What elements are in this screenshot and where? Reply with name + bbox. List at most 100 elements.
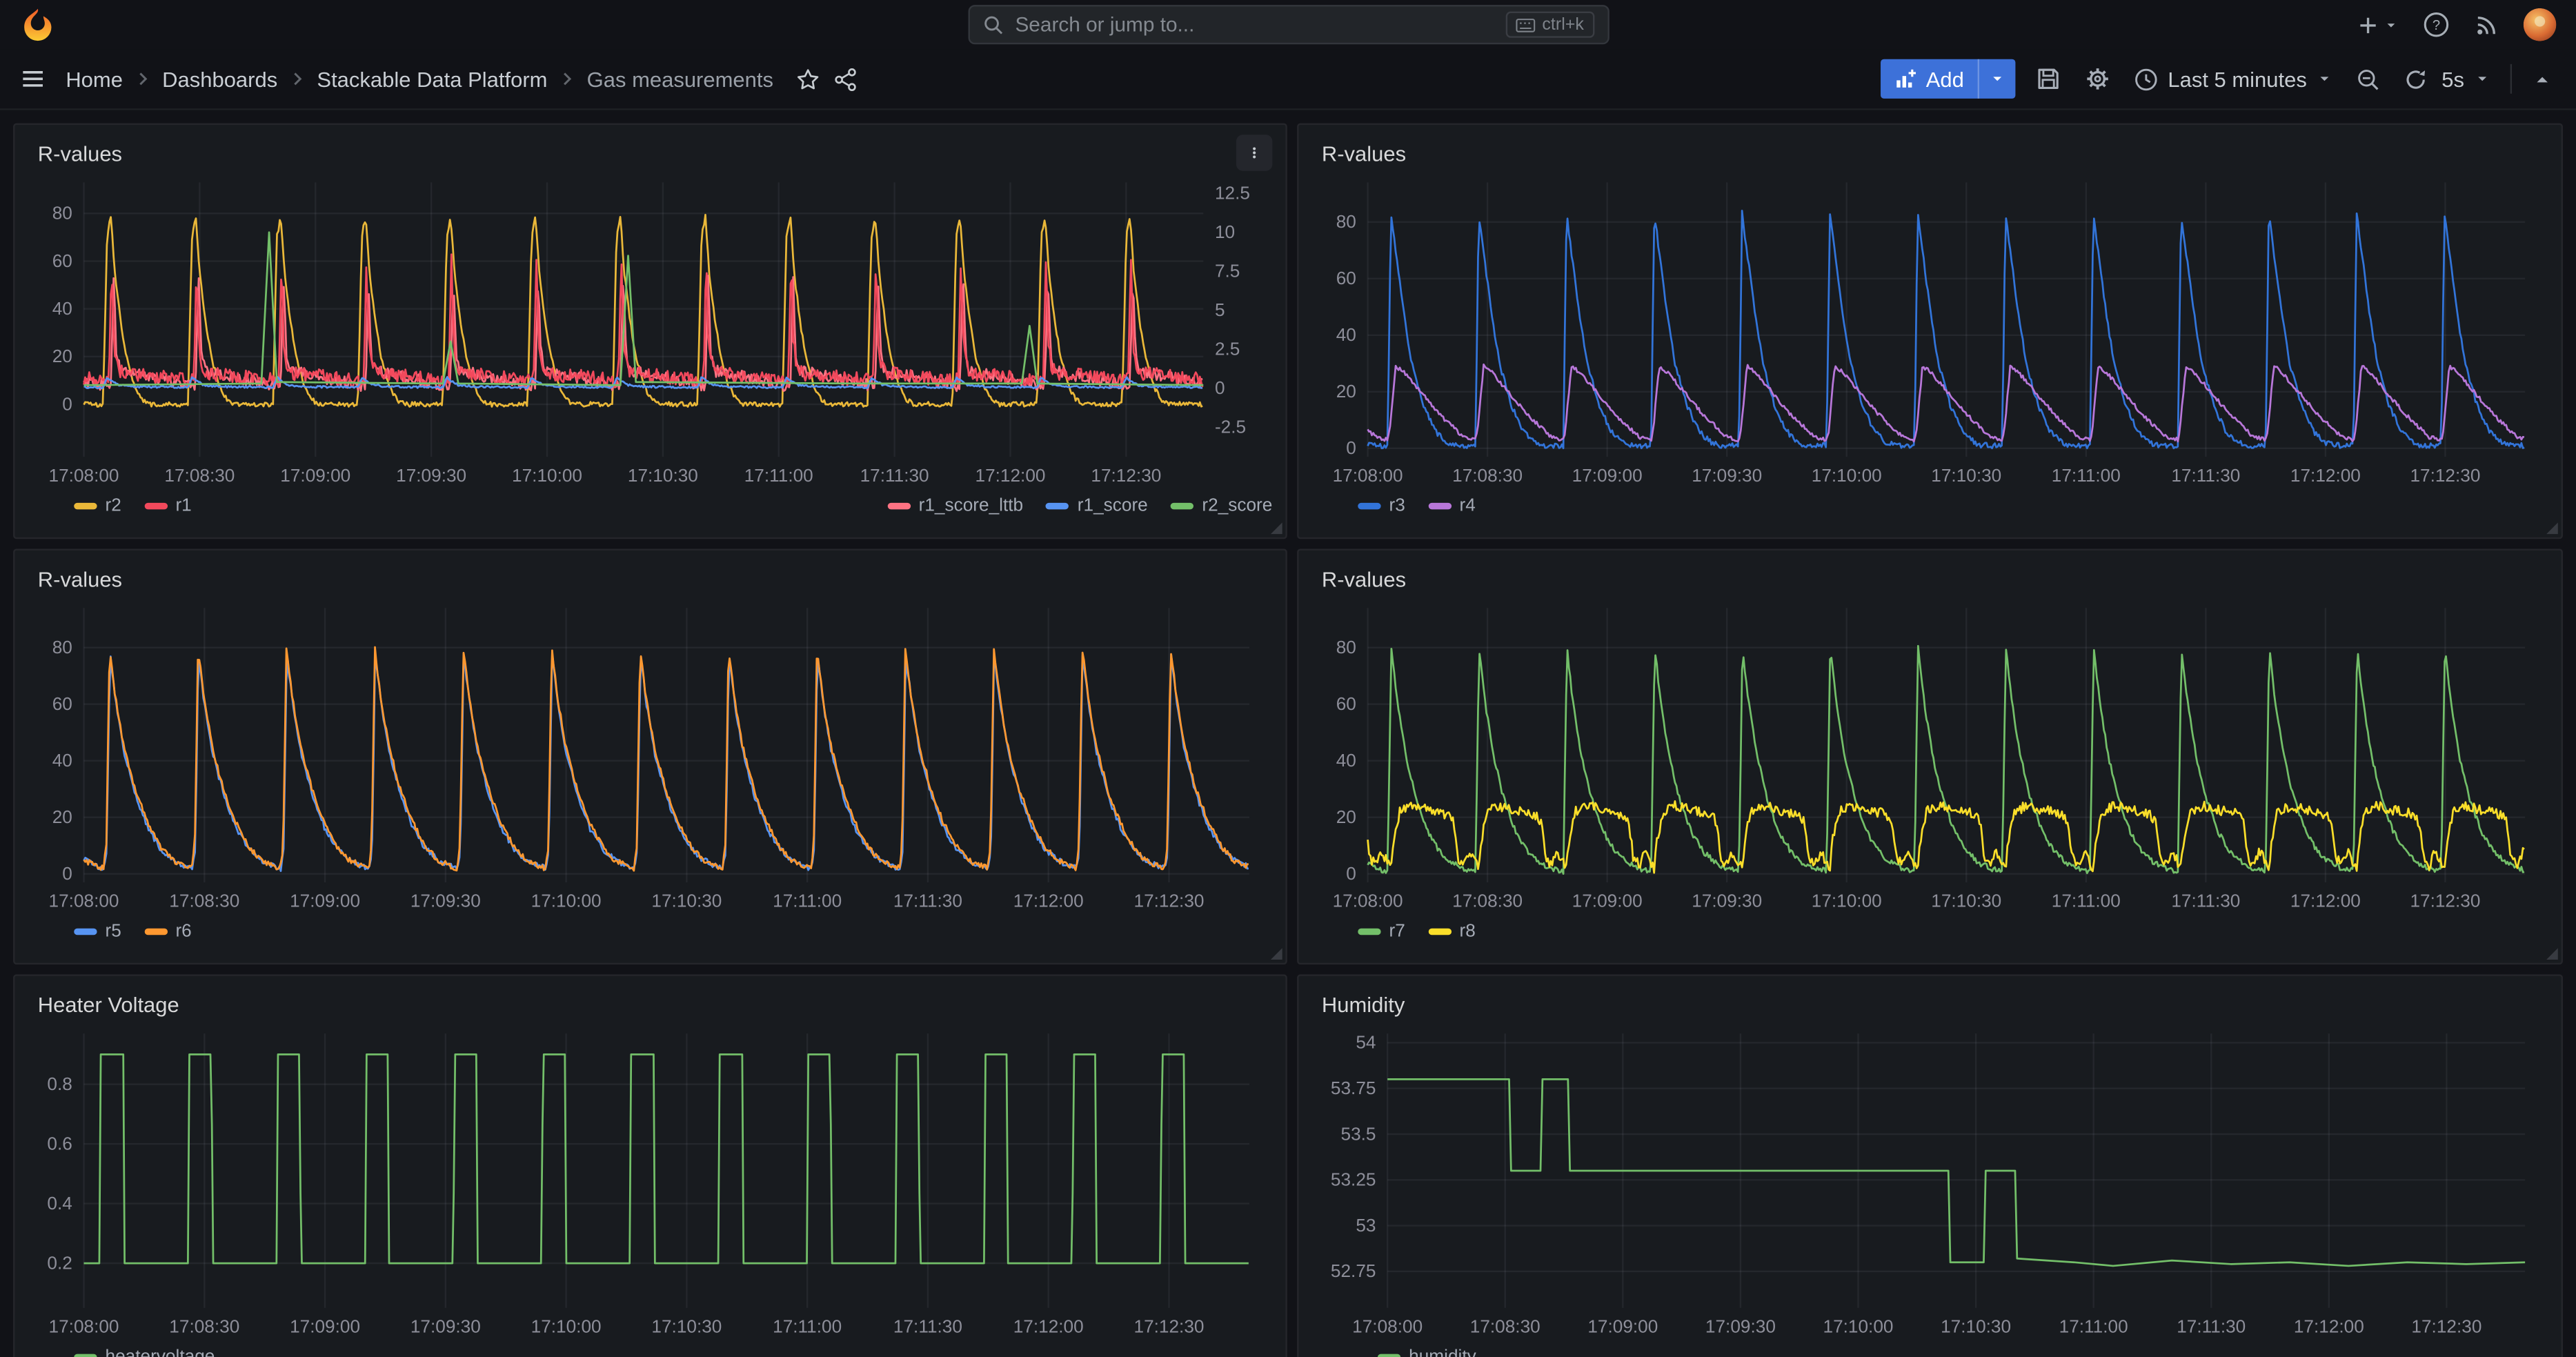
y-tick-label: 0 <box>62 393 72 414</box>
keyboard-icon <box>1516 17 1536 32</box>
chevron-right-icon <box>289 70 306 87</box>
x-tick-label: 17:10:30 <box>1931 891 2001 911</box>
panel-title[interactable]: R-values <box>38 567 122 592</box>
legend-label: r1 <box>175 496 191 516</box>
x-tick-label: 17:09:00 <box>290 891 360 911</box>
x-tick-label: 17:08:00 <box>49 1316 119 1337</box>
legend-item-r5[interactable]: r5 <box>74 922 121 942</box>
y-tick-label: 53.75 <box>1331 1078 1376 1098</box>
news-button[interactable] <box>2474 12 2499 37</box>
x-tick-label: 17:08:30 <box>1452 891 1523 911</box>
x-tick-label: 17:09:00 <box>1572 891 1643 911</box>
breadcrumb-dashboards[interactable]: Dashboards <box>162 66 277 91</box>
panel-menu-button[interactable] <box>1236 135 1272 170</box>
y-tick-label-right: 2.5 <box>1215 339 1240 359</box>
favorite-button[interactable] <box>796 66 821 91</box>
chart-plot[interactable]: 17:08:0017:08:3017:09:0017:09:3017:10:00… <box>28 595 1273 915</box>
legend-swatch <box>1428 503 1451 510</box>
legend-swatch <box>74 503 97 510</box>
panel-legend: heatervoltage <box>28 1341 1273 1357</box>
y-tick-label: 20 <box>1336 806 1356 827</box>
panel-r-values-0: R-values17:08:0017:08:3017:09:0017:09:30… <box>13 123 1287 539</box>
chart-plot[interactable]: 17:08:0017:08:3017:09:0017:09:3017:10:00… <box>1312 1020 2548 1340</box>
avatar-image <box>2524 8 2557 41</box>
legend-item-r2[interactable]: r2 <box>74 496 121 516</box>
time-range-picker[interactable]: Last 5 minutes <box>2130 59 2337 99</box>
legend-item-r6[interactable]: r6 <box>144 922 192 942</box>
grafana-flame-icon <box>20 7 56 43</box>
breadcrumb-separator <box>559 70 575 87</box>
y-tick-label: 54 <box>1356 1032 1376 1053</box>
grafana-app: Search or jump to... ctrl+k <box>0 0 2576 1357</box>
x-tick-label: 17:10:00 <box>512 465 582 486</box>
legend-item-r2_score[interactable]: r2_score <box>1171 496 1272 516</box>
add-panel-button[interactable]: Add <box>1880 59 2015 99</box>
legend-item-r4[interactable]: r4 <box>1428 496 1476 516</box>
series-humidity <box>1387 1079 2525 1266</box>
panel-title[interactable]: R-values <box>38 141 122 166</box>
grafana-logo[interactable] <box>20 7 56 43</box>
breadcrumb-folder[interactable]: Stackable Data Platform <box>317 66 547 91</box>
x-tick-label: 17:12:30 <box>1091 465 1161 486</box>
refresh-interval-label: 5s <box>2441 66 2464 91</box>
mega-menu-toggle[interactable] <box>20 66 46 92</box>
chevron-down-icon <box>2317 70 2333 87</box>
panel-title[interactable]: R-values <box>1322 141 1406 166</box>
save-dashboard-button[interactable] <box>2032 59 2065 99</box>
x-tick-label: 17:12:30 <box>2411 1316 2481 1337</box>
breadcrumb: Home Dashboards Stackable Data Platform … <box>66 66 773 91</box>
help-button[interactable]: ? <box>2423 12 2449 38</box>
x-tick-label: 17:08:00 <box>1333 891 1403 911</box>
y-tick-label: 80 <box>52 637 72 657</box>
zoom-out-button[interactable] <box>2353 59 2384 99</box>
legend-item-r1_score_lttb[interactable]: r1_score_lttb <box>887 496 1023 516</box>
add-button-label: Add <box>1926 66 1964 91</box>
chart-plot[interactable]: 17:08:0017:08:3017:09:0017:09:3017:10:00… <box>28 169 1273 489</box>
x-tick-label: 17:09:00 <box>1572 465 1643 486</box>
collapse-toolbar-button[interactable] <box>2528 59 2557 99</box>
x-tick-label: 17:11:30 <box>860 465 929 486</box>
y-tick-label-right: 7.5 <box>1215 261 1240 281</box>
series-r4 <box>1368 364 2524 442</box>
x-tick-label: 17:12:30 <box>2410 891 2480 911</box>
panel-title[interactable]: Heater Voltage <box>38 993 179 1018</box>
new-menu-button[interactable] <box>2356 12 2399 37</box>
x-tick-label: 17:12:00 <box>975 465 1046 486</box>
chevron-down-icon <box>2474 70 2490 87</box>
dashboard-settings-button[interactable] <box>2081 59 2114 99</box>
panel-title[interactable]: R-values <box>1322 567 1406 592</box>
legend-item-r7[interactable]: r7 <box>1358 922 1405 942</box>
x-tick-label: 17:12:00 <box>2290 891 2361 911</box>
x-tick-label: 17:09:30 <box>410 891 481 911</box>
chart-plot[interactable]: 17:08:0017:08:3017:09:0017:09:3017:10:00… <box>1312 595 2548 915</box>
panel-r-values-2: R-values17:08:0017:08:3017:09:0017:09:30… <box>13 549 1287 965</box>
legend-swatch <box>1046 503 1069 510</box>
legend-item-r1[interactable]: r1 <box>144 496 192 516</box>
refresh-button[interactable] <box>2401 59 2432 99</box>
y-tick-label-right: 12.5 <box>1215 183 1250 204</box>
chart-plot[interactable]: 17:08:0017:08:3017:09:0017:09:3017:10:00… <box>28 1020 1273 1340</box>
legend-item-r1_score[interactable]: r1_score <box>1046 496 1147 516</box>
legend-label: r4 <box>1459 496 1475 516</box>
search-input[interactable]: Search or jump to... ctrl+k <box>967 5 1608 44</box>
plus-icon <box>2356 12 2381 37</box>
user-avatar[interactable] <box>2524 8 2557 41</box>
refresh-interval-picker[interactable]: 5s <box>2438 59 2493 99</box>
panel-r-values-3: R-values17:08:0017:08:3017:09:0017:09:30… <box>1297 549 2563 965</box>
chart-plot[interactable]: 17:08:0017:08:3017:09:0017:09:3017:10:00… <box>1312 169 2548 489</box>
x-tick-label: 17:12:00 <box>1013 891 1084 911</box>
legend-item-r3[interactable]: r3 <box>1358 496 1405 516</box>
panel-humidity-5: Humidity17:08:0017:08:3017:09:0017:09:30… <box>1297 974 2563 1357</box>
x-tick-label: 17:10:00 <box>1823 1316 1894 1337</box>
y-tick-label: 0.2 <box>47 1252 72 1273</box>
y-tick-label: 0.6 <box>47 1133 72 1153</box>
panel-title[interactable]: Humidity <box>1322 993 1405 1018</box>
dashboard-grid: R-values17:08:0017:08:3017:09:0017:09:30… <box>13 123 2563 1357</box>
breadcrumb-home[interactable]: Home <box>66 66 123 91</box>
legend-swatch <box>1358 929 1380 935</box>
share-button[interactable] <box>834 66 859 91</box>
shortcut-hint: ctrl+k <box>1506 12 1594 38</box>
y-tick-label: 80 <box>1336 211 1356 232</box>
x-tick-label: 17:09:00 <box>290 1316 360 1337</box>
legend-item-r8[interactable]: r8 <box>1428 922 1476 942</box>
